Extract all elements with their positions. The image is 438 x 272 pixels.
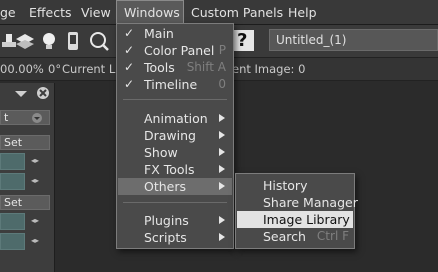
menu-item-tools[interactable]: ✓ Tools Shift A — [118, 59, 232, 76]
submenu-arrow-icon — [219, 182, 225, 190]
menu-item-search[interactable]: Search Ctrl F — [237, 228, 353, 245]
menu-item-main[interactable]: ✓ Main — [118, 25, 232, 42]
angle-readout: 0° — [48, 62, 62, 76]
menu-item-drawing[interactable]: Drawing — [118, 127, 232, 144]
menu-item-history[interactable]: History — [237, 177, 353, 194]
menu-item-plugins[interactable]: Plugins — [118, 212, 232, 229]
panel-dropdown-label: t — [4, 111, 9, 124]
current-image-readout: ent Image: 0 — [232, 62, 306, 76]
stepper-arrows-icon[interactable]: ◂▸ — [31, 216, 39, 225]
windows-dropdown-menu: ✓ Main ✓ Color Panel P ✓ Tools Shift A ✓… — [116, 23, 234, 249]
submenu-arrow-icon — [219, 216, 225, 224]
checkmark-icon: ✓ — [124, 43, 135, 57]
stepper-arrows-icon[interactable]: ◂▸ — [31, 236, 39, 245]
document-name-field[interactable]: Untitled_(1) — [269, 29, 438, 51]
current-layer-readout: Current La — [62, 62, 123, 76]
set-button-1[interactable]: Set — [0, 135, 50, 150]
menu-item-others[interactable]: Others — [118, 178, 232, 195]
checkmark-icon: ✓ — [124, 26, 135, 40]
value-field-4[interactable] — [0, 233, 25, 250]
submenu-arrow-icon — [219, 233, 225, 241]
menu-item-timeline[interactable]: ✓ Timeline 0 — [118, 76, 232, 93]
help-glyph: ? — [237, 30, 248, 51]
stepper-arrows-icon[interactable]: ◂▸ — [31, 176, 39, 185]
panel-menu-icon[interactable] — [15, 88, 29, 103]
magnifier-icon[interactable] — [88, 29, 110, 53]
submenu-arrow-icon — [219, 165, 225, 173]
shortcut-label: P — [218, 43, 226, 57]
checkmark-icon: ✓ — [124, 77, 135, 91]
others-submenu: History Share Manager Image Library Sear… — [235, 173, 358, 249]
value-field-1[interactable] — [0, 153, 25, 170]
menu-bar: ge Effects View Windows Custom Panels He… — [0, 0, 438, 25]
help-icon[interactable]: ? — [232, 30, 254, 51]
submenu-arrow-icon — [219, 131, 225, 139]
submenu-arrow-icon — [219, 148, 225, 156]
shortcut-label: Ctrl F — [316, 229, 349, 243]
chevron-down-icon — [32, 113, 42, 123]
menu-item-animation[interactable]: Animation — [118, 110, 232, 127]
lightbulb-icon[interactable] — [38, 29, 60, 53]
menu-windows[interactable]: Windows — [116, 0, 184, 23]
value-field-3[interactable] — [0, 213, 25, 230]
value-field-2[interactable] — [0, 173, 25, 190]
left-panel: t Set ◂▸ ◂▸ Set ◂▸ ◂▸ — [0, 83, 55, 272]
menu-separator — [123, 202, 227, 203]
menu-item-image-library[interactable]: Image Library — [237, 211, 353, 228]
layers-icon[interactable] — [14, 29, 36, 53]
menu-item-show[interactable]: Show — [118, 144, 232, 161]
menu-separator — [123, 99, 227, 100]
shortcut-label: Shift A — [186, 60, 226, 74]
stepper-arrows-icon[interactable]: ◂▸ — [31, 156, 39, 165]
menu-item-scripts[interactable]: Scripts — [118, 229, 232, 246]
menu-item-fx-tools[interactable]: FX Tools — [118, 161, 232, 178]
menu-effects[interactable]: Effects — [29, 0, 72, 24]
set-button-2[interactable]: Set — [0, 195, 50, 210]
checkmark-icon: ✓ — [124, 60, 135, 74]
menu-help[interactable]: Help — [288, 0, 317, 24]
zoom-readout: 00.00% — [0, 62, 44, 76]
phone-icon[interactable] — [62, 29, 84, 53]
submenu-arrow-icon — [219, 114, 225, 122]
menu-custom-panels[interactable]: Custom Panels — [191, 0, 283, 24]
menu-item-share-manager[interactable]: Share Manager — [237, 194, 358, 211]
panel-dropdown[interactable]: t — [0, 110, 50, 125]
shortcut-label: 0 — [218, 77, 226, 91]
menu-view[interactable]: View — [81, 0, 111, 24]
close-icon[interactable] — [36, 86, 50, 103]
menu-item-color-panel[interactable]: ✓ Color Panel P — [118, 42, 232, 59]
menu-image[interactable]: ge — [0, 0, 16, 24]
